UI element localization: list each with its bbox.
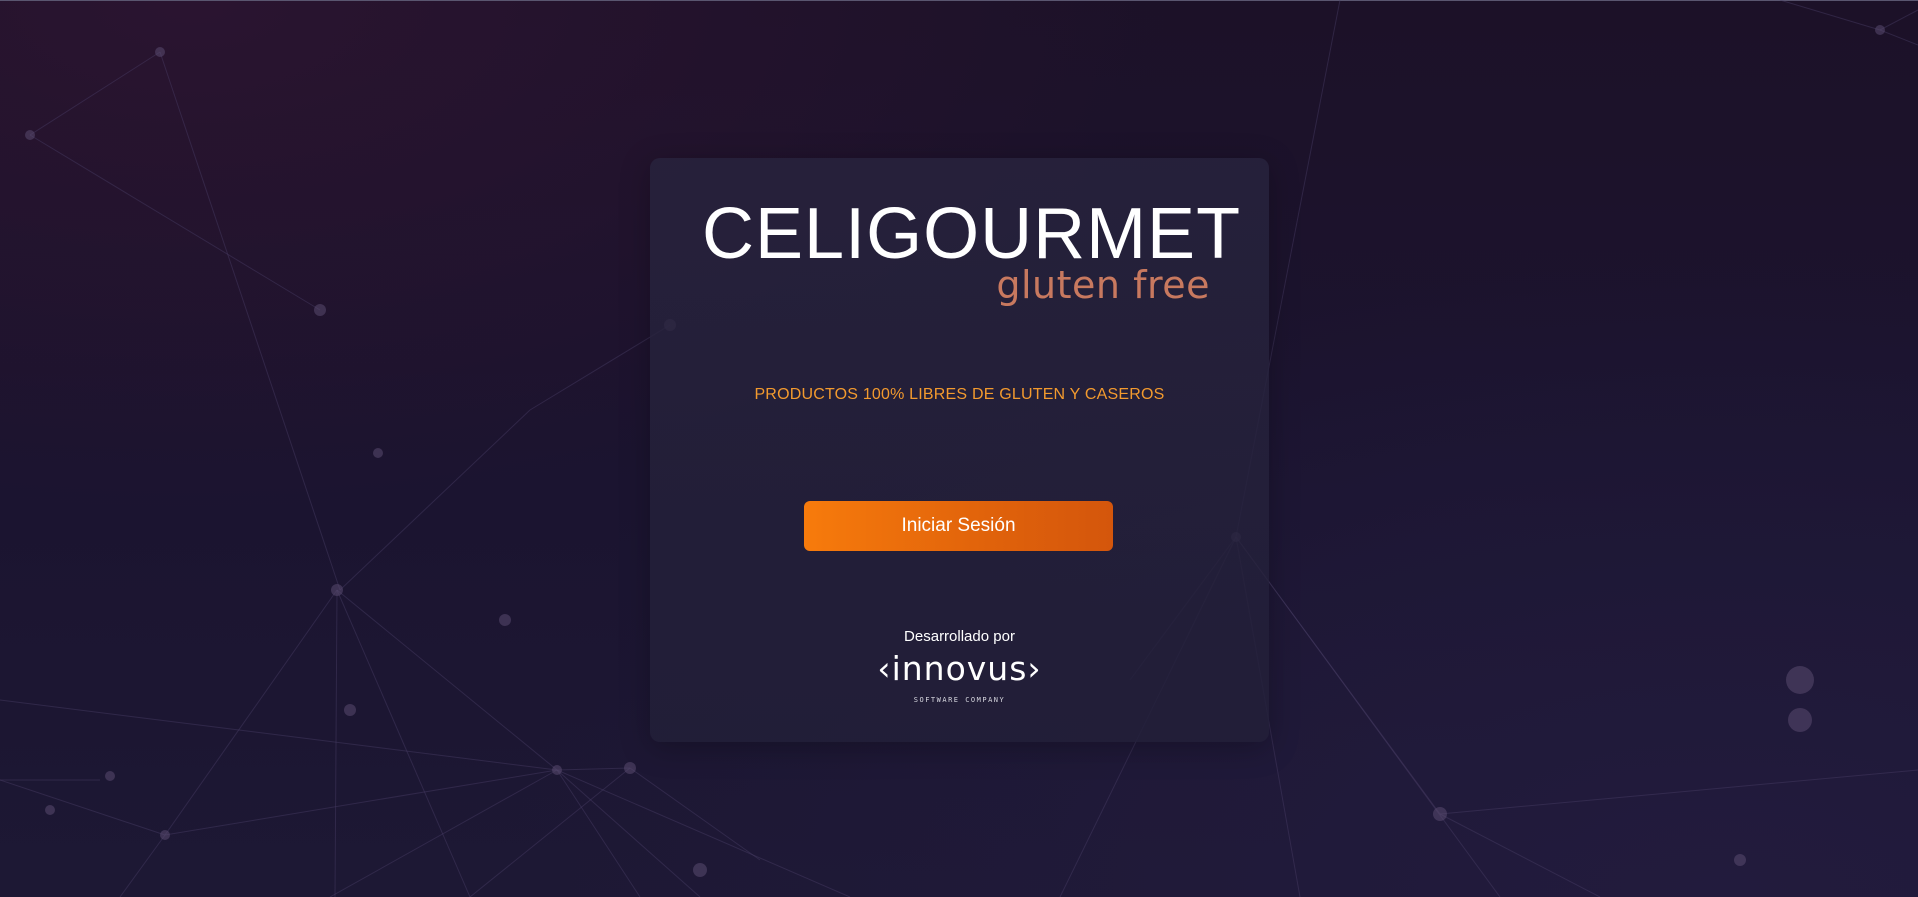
login-card: CELIGOURMET gluten free PRODUCTOS 100% L… [650, 158, 1269, 742]
celigourmet-logo: CELIGOURMET gluten free [702, 198, 1240, 308]
innovus-tagline: SOFTWARE COMPANY [913, 696, 1006, 704]
innovus-logo: ‹innovus› [877, 649, 1042, 688]
login-button[interactable]: Iniciar Sesión [804, 501, 1113, 551]
logo-main-text: CELIGOURMET [702, 194, 1242, 274]
logo-sub-text: gluten free [996, 263, 1210, 307]
tagline: PRODUCTOS 100% LIBRES DE GLUTEN Y CASERO… [754, 386, 1165, 403]
developed-by-label: Desarrollado por [904, 628, 1015, 645]
